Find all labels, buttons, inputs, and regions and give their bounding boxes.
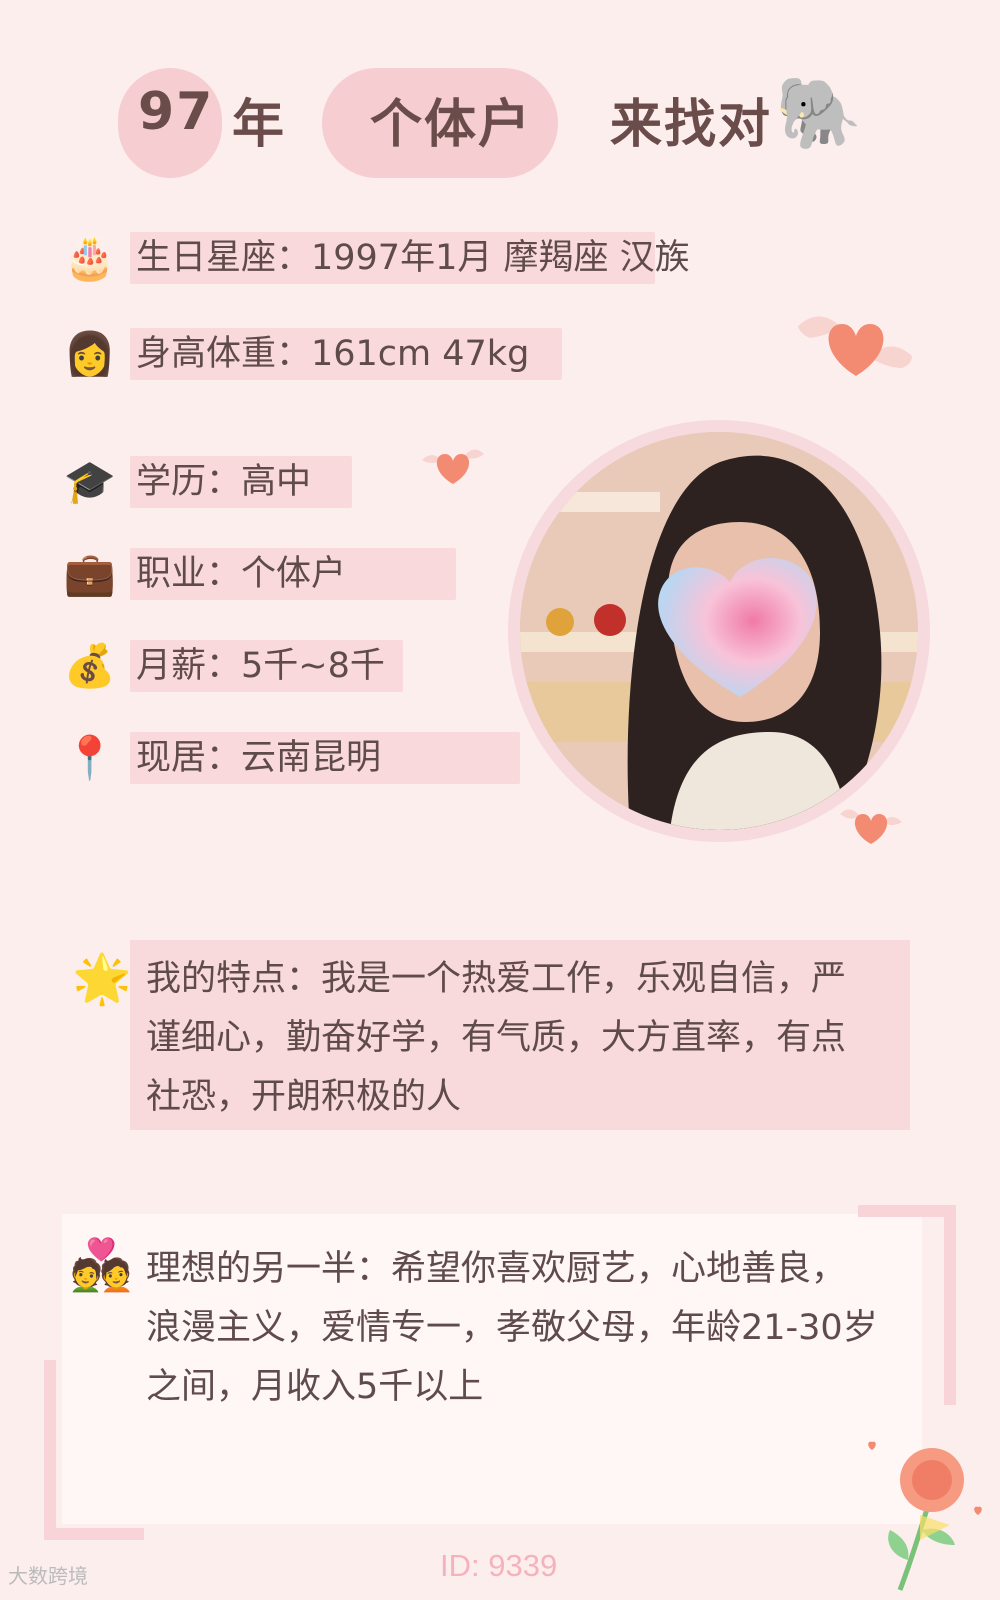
job-text: 职业：个体户 xyxy=(136,554,347,594)
traits-line: 我的特点：我是一个热爱工作，乐观自信，严 xyxy=(146,959,847,999)
ideal-text: 理想的另一半：希望你喜欢厨艺，心地善良， 浪漫主义，爱情专一，孝敬父母，年龄21… xyxy=(146,1240,926,1417)
birthday-text: 生日星座：1997年1月 摩羯座 汉族 xyxy=(136,238,690,278)
small-heart-icon xyxy=(840,809,902,844)
height-weight-text: 身高体重：161cm 47kg xyxy=(136,334,530,374)
traits-text: 我的特点：我是一个热爱工作，乐观自信，严 谨细心，勤奋好学，有气质，大方直率，有… xyxy=(146,950,906,1127)
profile-id: ID: 9339 xyxy=(440,1548,558,1583)
cake-icon: 🎂 xyxy=(63,233,117,282)
location-text: 现居：云南昆明 xyxy=(136,738,382,778)
profile-photo xyxy=(520,432,918,830)
salary-text: 月薪：5千~8千 xyxy=(136,646,385,686)
ideal-line: 浪漫主义，爱情专一，孝敬父母，年龄21-30岁 xyxy=(146,1308,878,1348)
ideal-line: 理想的另一半：希望你喜欢厨艺，心地善良， xyxy=(146,1249,847,1289)
title-looking: 来找对 xyxy=(610,95,773,155)
rose-icon xyxy=(868,1441,982,1591)
money-bag-icon: 💰 xyxy=(63,641,117,690)
location-pin-icon: 📍 xyxy=(63,733,117,782)
watermark: 大数跨境 xyxy=(8,1564,88,1588)
elephant-icon: 🐘 xyxy=(775,72,863,154)
couple-icon: 💑 xyxy=(70,1236,133,1294)
profile-photo-image xyxy=(520,432,918,830)
traits-line: 社恐，开朗积极的人 xyxy=(146,1077,462,1117)
small-heart-icon xyxy=(422,449,484,484)
star-icon: 🌟 xyxy=(72,951,132,1007)
winged-heart-icon xyxy=(798,316,912,376)
graduation-cap-icon: 🎓 xyxy=(63,457,117,506)
title-year: 97 xyxy=(138,82,215,142)
title-job: 个体户 xyxy=(370,95,533,155)
briefcase-icon: 💼 xyxy=(63,549,117,598)
frame-corner-bottom-left xyxy=(44,1360,144,1540)
woman-icon: 👩 xyxy=(63,329,117,378)
title-year-suffix: 年 xyxy=(232,95,287,155)
education-text: 学历：高中 xyxy=(136,462,312,502)
traits-line: 谨细心，勤奋好学，有气质，大方直率，有点 xyxy=(146,1018,847,1058)
ideal-line: 之间，月收入5千以上 xyxy=(146,1367,484,1407)
